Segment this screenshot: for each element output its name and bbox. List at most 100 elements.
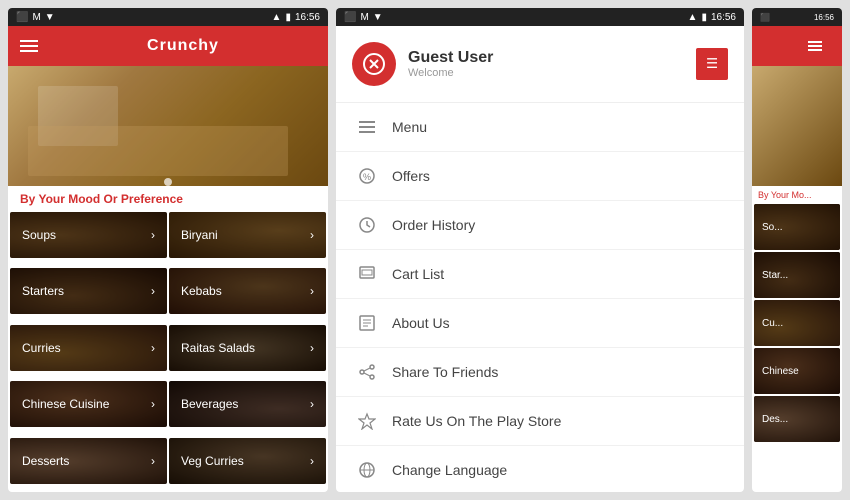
status-bar: ⬛ M ▼ ▲ ▮ 16:56 (8, 8, 328, 26)
p-icon-1: ⬛ (760, 13, 770, 22)
partial-grid: So... Star... Cu... Chinese Des... (752, 204, 842, 492)
status-icon-3: ▼ (45, 12, 55, 23)
partial-item-chinese[interactable]: Chinese (754, 348, 840, 394)
beverages-arrow: › (310, 397, 314, 411)
desserts-arrow: › (151, 454, 155, 468)
starters-label: Starters (22, 284, 64, 298)
drawer-item-share[interactable]: Share To Friends (336, 348, 744, 397)
desserts-label: Desserts (22, 454, 69, 468)
drawer-close-button[interactable]: ☰ (696, 48, 728, 80)
offers-icon: % (356, 165, 378, 187)
partial-item-curries[interactable]: Cu... (754, 300, 840, 346)
soups-label: Soups (22, 228, 56, 242)
biryani-arrow: › (310, 228, 314, 242)
chinese-arrow: › (151, 397, 155, 411)
partial-item-starters[interactable]: Star... (754, 252, 840, 298)
menu-item-beverages[interactable]: Beverages › (169, 381, 326, 427)
d-icon-2: M (360, 12, 368, 23)
partial-status-bar: ⬛ 16:56 (752, 8, 842, 26)
partial-curries-label: Cu... (762, 318, 783, 329)
drawer-item-menu[interactable]: Menu (336, 103, 744, 152)
drawer-history-label: Order History (392, 217, 475, 233)
beverages-label: Beverages (181, 397, 238, 411)
drawer-item-history[interactable]: Order History (336, 201, 744, 250)
menu-grid: Soups › Biryani › Starters › Kebabs › Cu… (8, 212, 328, 492)
status-icon-1: ⬛ (16, 12, 28, 23)
app-header: Crunchy (8, 26, 328, 66)
partial-soups-label: So... (762, 222, 783, 233)
p-status-right: 16:56 (814, 13, 834, 22)
raitas-arrow: › (310, 341, 314, 355)
p-status-left: ⬛ (760, 13, 770, 22)
share-icon (356, 361, 378, 383)
partial-item-desserts[interactable]: Des... (754, 396, 840, 442)
svg-text:%: % (363, 172, 371, 182)
vegcurries-label: Veg Curries (181, 454, 244, 468)
d-time-display: 16:56 (711, 12, 736, 23)
drawer-about-label: About Us (392, 315, 450, 331)
partial-desserts-label: Des... (762, 414, 788, 425)
partial-hamburger[interactable] (808, 41, 822, 51)
battery-icon: ▮ (285, 12, 291, 23)
curries-label: Curries (22, 341, 61, 355)
menu-item-kebabs[interactable]: Kebabs › (169, 268, 326, 314)
raitas-label: Raitas Salads (181, 341, 255, 355)
history-icon (356, 214, 378, 236)
drawer-item-about[interactable]: About Us (336, 299, 744, 348)
wifi-icon: ▲ (272, 12, 282, 23)
soups-arrow: › (151, 228, 155, 242)
about-icon (356, 312, 378, 334)
drawer-panel: ⬛ M ▼ ▲ ▮ 16:56 Guest User Welcome ☰ (336, 8, 744, 492)
hamburger-button[interactable] (20, 40, 38, 52)
partial-item-soups[interactable]: So... (754, 204, 840, 250)
drawer-offers-label: Offers (392, 168, 430, 184)
drawer-rate-label: Rate Us On The Play Store (392, 413, 561, 429)
p-time: 16:56 (814, 13, 834, 22)
cart-icon (356, 263, 378, 285)
status-right: ▲ ▮ 16:56 (272, 12, 320, 23)
drawer-header: Guest User Welcome ☰ (336, 26, 744, 103)
drawer-user-info: Guest User Welcome (408, 49, 493, 79)
hero-image (8, 66, 328, 186)
biryani-label: Biryani (181, 228, 218, 242)
menu-item-raitas[interactable]: Raitas Salads › (169, 325, 326, 371)
phone-partial: ⬛ 16:56 By Your Mo... So... Star... Cu..… (752, 8, 842, 492)
app-title: Crunchy (50, 37, 316, 55)
drawer-item-offers[interactable]: % Offers (336, 152, 744, 201)
d-icon-1: ⬛ (344, 12, 356, 23)
d-battery-icon: ▮ (701, 12, 707, 23)
time-display: 16:56 (295, 12, 320, 23)
drawer-cart-label: Cart List (392, 266, 444, 282)
menu-item-biryani[interactable]: Biryani › (169, 212, 326, 258)
hamburger-white-icon: ☰ (706, 56, 718, 72)
partial-starters-label: Star... (762, 270, 788, 281)
drawer-logo (352, 42, 396, 86)
drawer-user-sub: Welcome (408, 67, 493, 79)
drawer-language-label: Change Language (392, 462, 507, 478)
menu-item-curries[interactable]: Curries › (10, 325, 167, 371)
drawer-share-label: Share To Friends (392, 364, 498, 380)
menu-icon (356, 116, 378, 138)
menu-item-desserts[interactable]: Desserts › (10, 438, 167, 484)
chinese-label: Chinese Cuisine (22, 397, 109, 411)
partial-section-title: By Your Mo... (752, 186, 842, 204)
drawer-item-language[interactable]: Change Language (336, 446, 744, 492)
menu-item-chinese[interactable]: Chinese Cuisine › (10, 381, 167, 427)
vegcurries-arrow: › (310, 454, 314, 468)
d-wifi-icon: ▲ (688, 12, 698, 23)
drawer-item-rate[interactable]: Rate Us On The Play Store (336, 397, 744, 446)
partial-chinese-label: Chinese (762, 366, 799, 377)
curries-arrow: › (151, 341, 155, 355)
drawer-status-left: ⬛ M ▼ (344, 12, 383, 23)
section-title: By Your Mood Or Preference (8, 186, 328, 212)
drawer-menu: Menu % Offers Order History Cart List Ab… (336, 103, 744, 492)
kebabs-label: Kebabs (181, 284, 222, 298)
drawer-item-cart[interactable]: Cart List (336, 250, 744, 299)
menu-item-vegcurries[interactable]: Veg Curries › (169, 438, 326, 484)
drawer-menu-label: Menu (392, 119, 427, 135)
kebabs-arrow: › (310, 284, 314, 298)
partial-hero (752, 66, 842, 186)
menu-item-soups[interactable]: Soups › (10, 212, 167, 258)
menu-item-starters[interactable]: Starters › (10, 268, 167, 314)
starters-arrow: › (151, 284, 155, 298)
